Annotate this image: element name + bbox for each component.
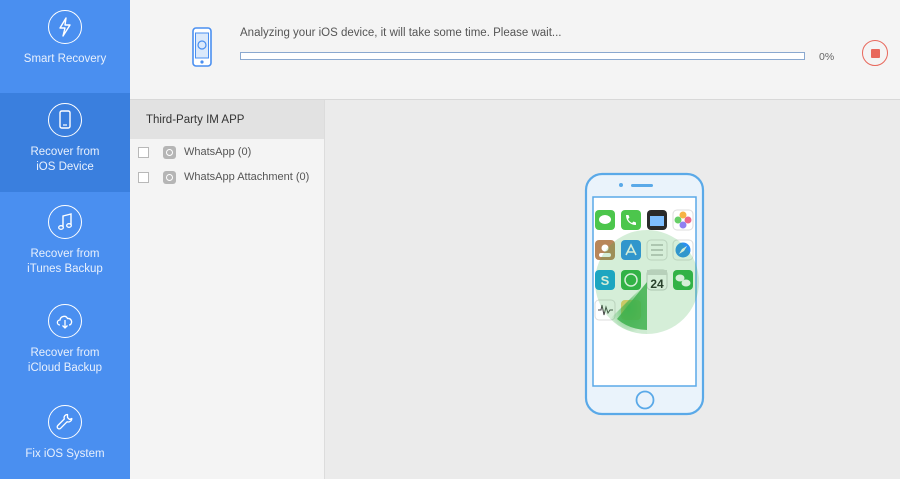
progress-percent: 0% xyxy=(819,51,835,63)
category-item-whatsapp[interactable]: WhatsApp (0) xyxy=(138,144,251,160)
phone-restore-icon xyxy=(48,103,82,137)
phone-scan-illustration: S 24 xyxy=(584,172,705,416)
category-panel: Third-Party IM APP WhatsApp (0) WhatsApp… xyxy=(130,100,325,479)
whatsapp-attachment-icon xyxy=(163,170,176,184)
sidebar-item-recover-icloud[interactable]: Recover from iCloud Backup xyxy=(0,304,130,394)
progress-bar xyxy=(240,52,805,60)
sidebar-item-recover-itunes[interactable]: Recover from iTunes Backup xyxy=(0,205,130,295)
iphone-icon xyxy=(192,27,212,72)
sidebar-item-fix-ios[interactable]: Fix iOS System xyxy=(0,405,130,479)
phone-camera xyxy=(619,183,623,187)
whatsapp-checkbox[interactable] xyxy=(138,146,149,158)
status-text: Analyzing your iOS device, it will take … xyxy=(240,27,562,39)
whatsapp-icon xyxy=(163,145,176,159)
stop-button[interactable] xyxy=(862,40,888,66)
phone-app-icon xyxy=(621,210,641,230)
sidebar: Smart Recovery Recover from iOS Device R… xyxy=(0,0,130,479)
scan-header: Analyzing your iOS device, it will take … xyxy=(130,0,900,100)
cloud-download-icon xyxy=(48,304,82,338)
scan-illustration-area: S 24 xyxy=(325,100,900,479)
sidebar-item-label: Recover from iOS Device xyxy=(30,146,100,173)
stop-icon xyxy=(870,48,880,58)
sidebar-item-label: Recover from iCloud Backup xyxy=(27,347,103,374)
category-item-label: WhatsApp Attachment (0) xyxy=(184,171,310,183)
sidebar-item-label: Recover from iTunes Backup xyxy=(27,248,103,275)
sidebar-item-smart-recovery[interactable]: Smart Recovery xyxy=(0,10,130,90)
whatsapp-attachment-checkbox[interactable] xyxy=(138,171,149,183)
sidebar-item-label: Fix iOS System xyxy=(25,448,105,460)
wrench-icon xyxy=(48,405,82,439)
category-item-label: WhatsApp (0) xyxy=(184,146,252,158)
sidebar-item-recover-ios-device[interactable]: Recover from iOS Device xyxy=(0,93,130,192)
category-item-whatsapp-attachment[interactable]: WhatsApp Attachment (0) xyxy=(138,169,309,185)
phone-speaker xyxy=(631,184,653,187)
lightning-phone-icon xyxy=(48,10,82,44)
music-note-icon xyxy=(48,205,82,239)
category-header: Third-Party IM APP xyxy=(130,100,324,139)
sidebar-item-label: Smart Recovery xyxy=(23,53,107,65)
